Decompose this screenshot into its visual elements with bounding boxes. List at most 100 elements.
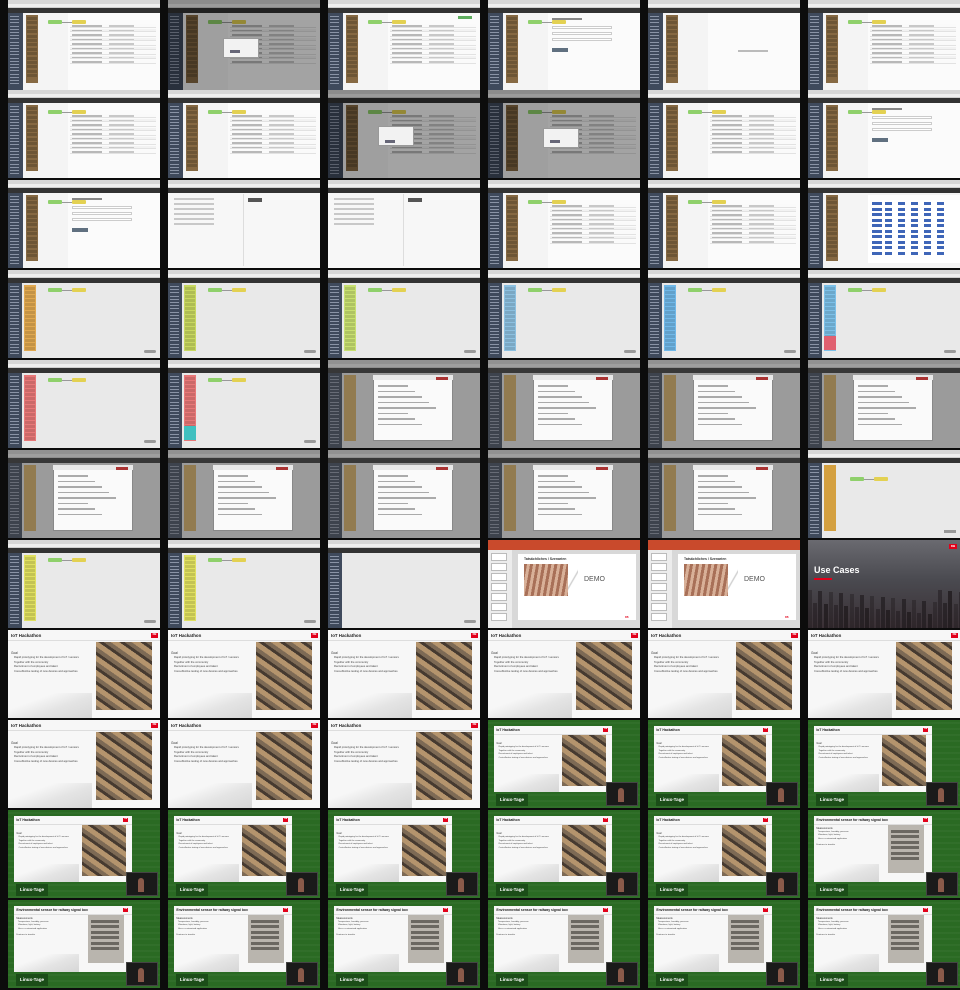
sidebar-item bbox=[170, 604, 179, 605]
video-thumbnail[interactable] bbox=[648, 90, 800, 178]
bullet-item: Temperature, humidity, pressure bbox=[337, 920, 369, 923]
video-thumbnail[interactable] bbox=[8, 360, 160, 448]
palette-node bbox=[25, 291, 35, 294]
palette-node bbox=[185, 331, 195, 334]
video-thumbnail[interactable] bbox=[808, 360, 960, 448]
video-thumbnail[interactable] bbox=[168, 360, 320, 448]
sidebar-item bbox=[490, 196, 499, 197]
video-thumbnail[interactable] bbox=[8, 270, 160, 358]
table-cell bbox=[108, 25, 135, 27]
table-cell bbox=[712, 151, 743, 153]
video-thumbnail[interactable] bbox=[808, 90, 960, 178]
bullet-item: Uses a customized application bbox=[497, 927, 527, 930]
palette-node bbox=[27, 219, 37, 222]
video-thumbnail[interactable]: IoT Hackathon DB Goal Rapid prototyping for… bbox=[648, 720, 800, 808]
video-thumbnail[interactable]: IoT Hackathon DB Goal Rapid prototyping for… bbox=[8, 810, 160, 898]
video-thumbnail[interactable] bbox=[328, 0, 480, 90]
video-thumbnail[interactable]: Environmental sensor for railway signal … bbox=[488, 900, 640, 988]
video-thumbnail[interactable] bbox=[168, 180, 320, 268]
video-thumbnail[interactable]: IoT Hackathon DB Goal Rapid prototyping for… bbox=[8, 630, 160, 718]
video-thumbnail[interactable]: IoT Hackathon DB Goal Rapid prototyping for… bbox=[648, 630, 800, 718]
relay-rack bbox=[891, 857, 920, 861]
video-thumbnail[interactable] bbox=[488, 270, 640, 358]
video-thumbnail[interactable]: IoT Hackathon DB Goal Rapid prototyping for… bbox=[488, 720, 640, 808]
app-header bbox=[8, 548, 160, 553]
video-thumbnail[interactable]: IoT Hackathon DB Goal Rapid prototyping for… bbox=[808, 630, 960, 718]
sidebar-item bbox=[330, 38, 339, 40]
video-thumbnail[interactable] bbox=[648, 360, 800, 448]
video-thumbnail[interactable] bbox=[8, 0, 160, 90]
video-thumbnail[interactable] bbox=[648, 270, 800, 358]
video-thumbnail[interactable] bbox=[8, 90, 160, 178]
video-thumbnail[interactable]: IoT Hackathon DB Goal Rapid prototyping for… bbox=[488, 810, 640, 898]
bullet-item: Cost-effective testing of new devices an… bbox=[658, 756, 708, 759]
palette-node bbox=[27, 133, 37, 137]
palette-node bbox=[345, 311, 355, 314]
video-thumbnail[interactable]: IoT Hackathon DB Goal Rapid prototyping for… bbox=[168, 810, 320, 898]
video-thumbnail[interactable]: IoT Hackathon DB Goal Rapid prototyping for… bbox=[808, 720, 960, 808]
video-thumbnail[interactable] bbox=[808, 270, 960, 358]
video-thumbnail[interactable] bbox=[328, 450, 480, 538]
video-thumbnail[interactable] bbox=[8, 540, 160, 628]
palette-node bbox=[25, 433, 35, 436]
sidebar-item bbox=[810, 240, 819, 242]
video-thumbnail[interactable] bbox=[488, 90, 640, 178]
video-thumbnail[interactable] bbox=[328, 90, 480, 178]
video-thumbnail[interactable]: Environmental sensor for railway signal … bbox=[168, 900, 320, 988]
video-thumbnail[interactable] bbox=[488, 180, 640, 268]
video-thumbnail[interactable]: IoT Hackathon DB Goal Rapid prototyping for… bbox=[168, 720, 320, 808]
video-thumbnail[interactable] bbox=[488, 360, 640, 448]
bullet-item: Recruitment of employees and talent bbox=[818, 753, 853, 756]
video-thumbnail[interactable]: IoT Hackathon DB Goal Rapid prototyping for… bbox=[328, 810, 480, 898]
video-thumbnail[interactable] bbox=[328, 540, 480, 628]
flow-node-inject bbox=[208, 558, 222, 562]
video-thumbnail[interactable] bbox=[168, 270, 320, 358]
video-thumbnail[interactable] bbox=[8, 450, 160, 538]
video-thumbnail[interactable] bbox=[168, 450, 320, 538]
sidebar-item bbox=[10, 231, 19, 233]
video-thumbnail[interactable] bbox=[648, 450, 800, 538]
table-cell bbox=[712, 236, 743, 238]
video-thumbnail[interactable]: Environmental sensor for railway signal … bbox=[8, 900, 160, 988]
bullet-item: Cost-effective testing of new devices an… bbox=[498, 846, 548, 849]
video-thumbnail[interactable]: Environmental sensor for railway signal … bbox=[808, 810, 960, 898]
video-thumbnail[interactable] bbox=[808, 0, 960, 90]
video-thumbnail[interactable]: IoT Hackathon DB Goal Rapid prototyping for… bbox=[8, 720, 160, 808]
palette-node bbox=[27, 137, 37, 141]
video-thumbnail[interactable] bbox=[488, 450, 640, 538]
video-thumbnail[interactable]: IoT Hackathon DB Goal Rapid prototyping for… bbox=[168, 630, 320, 718]
video-thumbnail[interactable] bbox=[328, 270, 480, 358]
video-thumbnail[interactable] bbox=[648, 0, 800, 90]
video-thumbnail[interactable]: IoT Hackathon DB Goal Rapid prototyping for… bbox=[328, 720, 480, 808]
palette-node bbox=[185, 377, 195, 380]
video-thumbnail[interactable] bbox=[168, 540, 320, 628]
video-thumbnail[interactable] bbox=[8, 180, 160, 268]
sidebar-item bbox=[490, 41, 499, 43]
video-thumbnail[interactable]: IoT Hackathon DB Goal Rapid prototyping for… bbox=[648, 810, 800, 898]
video-thumbnail[interactable]: Environmental sensor for railway signal … bbox=[808, 900, 960, 988]
video-thumbnail[interactable] bbox=[808, 180, 960, 268]
sidebar-item bbox=[10, 346, 19, 348]
slide-subhead: Measurements bbox=[496, 916, 513, 920]
ppt-thumb bbox=[651, 563, 667, 571]
video-thumbnail[interactable] bbox=[648, 180, 800, 268]
video-thumbnail[interactable]: Environmental sensor for railway signal … bbox=[648, 900, 800, 988]
video-thumbnail[interactable] bbox=[328, 360, 480, 448]
video-thumbnail[interactable] bbox=[808, 450, 960, 538]
video-thumbnail[interactable]: Environmental sensor for railway signal … bbox=[328, 900, 480, 988]
video-thumbnail[interactable]: Tatsächliches / Szenarien DEMO DB bbox=[648, 540, 800, 628]
video-thumbnail[interactable]: Tatsächliches / Szenarien DEMO DB bbox=[488, 540, 640, 628]
video-thumbnail[interactable]: IoT Hackathon DB Goal Rapid prototyping for… bbox=[328, 630, 480, 718]
video-thumbnail[interactable] bbox=[488, 0, 640, 90]
sidebar-item bbox=[10, 298, 19, 300]
video-thumbnail[interactable] bbox=[168, 0, 320, 90]
video-thumbnail[interactable] bbox=[328, 180, 480, 268]
city-building bbox=[870, 596, 875, 628]
sidebar-item bbox=[810, 244, 819, 245]
video-thumbnail[interactable]: IoT Hackathon DB Goal Rapid prototyping for… bbox=[488, 630, 640, 718]
ppt-thumb bbox=[651, 603, 667, 611]
video-thumbnail[interactable]: Use Cases DB bbox=[808, 540, 960, 628]
palette-node bbox=[25, 573, 35, 576]
video-thumbnail[interactable] bbox=[168, 90, 320, 178]
table-cell bbox=[588, 241, 615, 243]
